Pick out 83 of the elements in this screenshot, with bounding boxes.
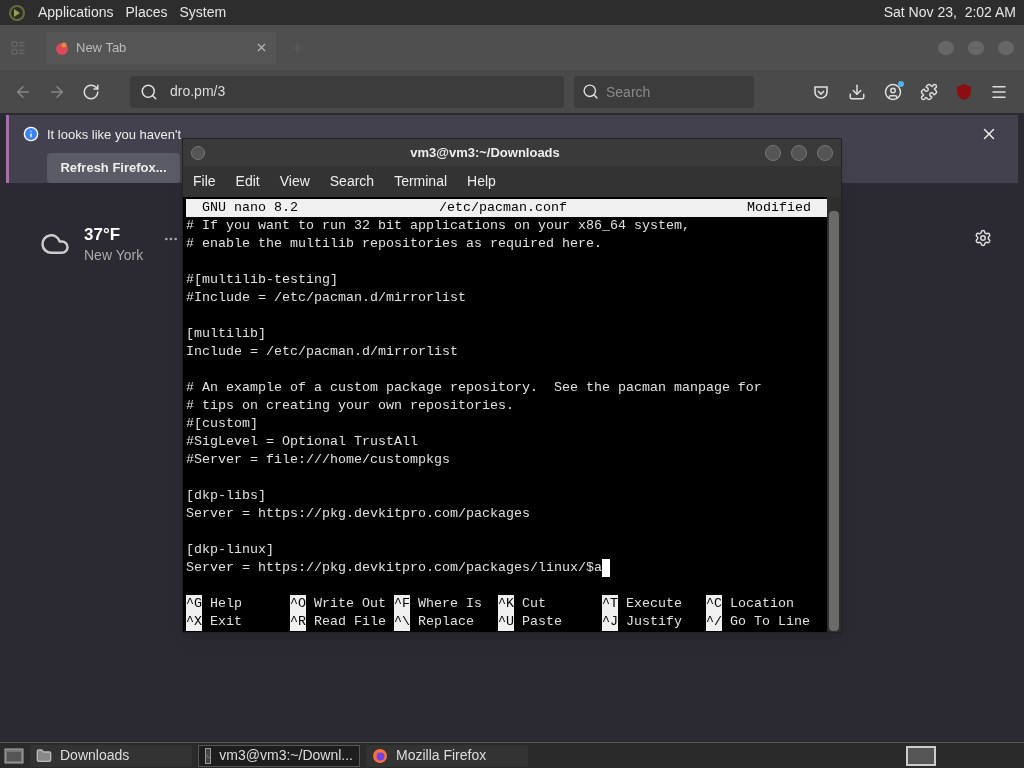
info-icon: [23, 126, 39, 142]
code-line: #[multilib-testing]: [186, 271, 338, 289]
code-line: # If you want to run 32 bit applications on your x86_64 system,: [186, 217, 690, 235]
weather-temperature: 37°F: [84, 225, 122, 245]
code-line: # An example of a custom package repository. See the pacman manpage for: [186, 379, 762, 397]
workspace-switcher[interactable]: [906, 745, 936, 766]
maximize-button[interactable]: [791, 144, 807, 161]
code-line: #[custom]: [186, 415, 258, 433]
taskbar-item[interactable]: vm3@vm3:~/Downl...: [198, 744, 360, 767]
address-field[interactable]: dro.pm/3: [130, 75, 564, 108]
code-line: #Server = file:///home/custompkgs: [186, 451, 450, 469]
shortcut-key: ^\: [394, 613, 410, 631]
terminal-icon: [205, 747, 212, 764]
code-line: Server = https://pkg.devkitpro.com/packages: [186, 505, 530, 523]
panel-menu[interactable]: System: [179, 2, 227, 23]
shortcut-label: Read File: [314, 613, 386, 631]
terminal-menu[interactable]: Help: [467, 171, 496, 192]
code-line: #Include = /etc/pacman.d/mirrorlist: [186, 289, 466, 307]
terminal-menu[interactable]: Edit: [235, 171, 260, 192]
shortcut-label: Help: [210, 595, 242, 613]
close-tab-icon[interactable]: [255, 41, 268, 54]
shortcut-key: ^/: [706, 613, 722, 631]
shortcut-label: Location: [730, 595, 794, 613]
show-desktop-icon[interactable]: [4, 746, 24, 765]
shortcut-key: ^T: [602, 595, 618, 613]
code-line: # tips on creating your own repositories.: [186, 397, 514, 415]
shortcut-key: ^X: [186, 613, 202, 631]
firefox-icon: [372, 747, 388, 764]
app-menu-icon[interactable]: [8, 3, 26, 22]
download-icon[interactable]: [848, 82, 866, 101]
account-icon[interactable]: [884, 82, 902, 101]
terminal-menu[interactable]: File: [193, 171, 216, 192]
code-line: [dkp-linux]: [186, 541, 274, 559]
panel-menu[interactable]: Places: [125, 2, 168, 23]
shortcut-label: Where Is: [418, 595, 482, 613]
close-window-button[interactable]: [817, 144, 833, 161]
shortcut-label: Paste: [522, 613, 562, 631]
shortcut-label: Exit: [210, 613, 242, 631]
code-line: #SigLevel = Optional TrustAll: [186, 433, 418, 451]
file-name: /etc/pacman.conf: [439, 199, 567, 217]
taskbar-item[interactable]: Mozilla Firefox: [366, 744, 528, 767]
shortcut-key: ^J: [602, 613, 618, 631]
reload-icon[interactable]: [82, 82, 100, 101]
panel-menu[interactable]: Applications: [38, 2, 114, 23]
shortcut-key: ^O: [290, 595, 306, 613]
search-icon: [582, 82, 599, 100]
extensions-icon[interactable]: [920, 82, 938, 101]
shortcut-label: Write Out: [314, 595, 386, 613]
terminal-menu[interactable]: View: [279, 171, 310, 192]
clock[interactable]: Sat Nov 23, 2:02 AM: [883, 2, 1016, 23]
code-line: # enable the multilib repositories as required here.: [186, 235, 602, 253]
folder-icon: [36, 747, 52, 764]
shortcut-key: ^R: [290, 613, 306, 631]
weather-city: New York: [84, 246, 144, 265]
code-line: [multilib]: [186, 325, 266, 343]
code-line: Server = https://pkg.devkitpro.com/packages/linux/$a: [186, 559, 602, 577]
nano-version: GNU nano 8.2: [202, 199, 298, 217]
shortcut-key: ^F: [394, 595, 410, 613]
minimize-button[interactable]: [765, 144, 781, 161]
code-line: Include = /etc/pacman.d/mirrorlist: [186, 343, 458, 361]
taskbar-item[interactable]: Downloads: [30, 744, 192, 767]
window-menu-button[interactable]: [191, 145, 205, 160]
settings-icon[interactable]: [974, 229, 992, 247]
browser-tab[interactable]: New Tab: [46, 31, 276, 64]
shortcut-label: Execute: [626, 595, 682, 613]
shortcut-key: ^U: [498, 613, 514, 631]
refresh-firefox-button[interactable]: Refresh Firefox...: [47, 152, 180, 183]
tab-title: New Tab: [76, 38, 128, 57]
shortcut-label: Replace: [418, 613, 474, 631]
window-title: vm3@vm3:~/Downloads: [409, 143, 561, 162]
search-icon: [140, 82, 158, 101]
shortcut-key: ^K: [498, 595, 514, 613]
modified-status: Modified: [747, 199, 811, 217]
notification-message: It looks like you haven't: [47, 126, 182, 144]
shortcut-key: ^C: [706, 595, 722, 613]
terminal-menu[interactable]: Terminal: [394, 171, 448, 192]
terminal-menu[interactable]: Search: [329, 171, 375, 192]
shortcut-label: Go To Line: [730, 613, 810, 631]
shortcut-label: Justify: [626, 613, 682, 631]
search-field[interactable]: Search: [574, 75, 754, 108]
shortcut-key: ^G: [186, 595, 202, 613]
code-line: [dkp-libs]: [186, 487, 266, 505]
shortcut-label: Cut: [522, 595, 546, 613]
